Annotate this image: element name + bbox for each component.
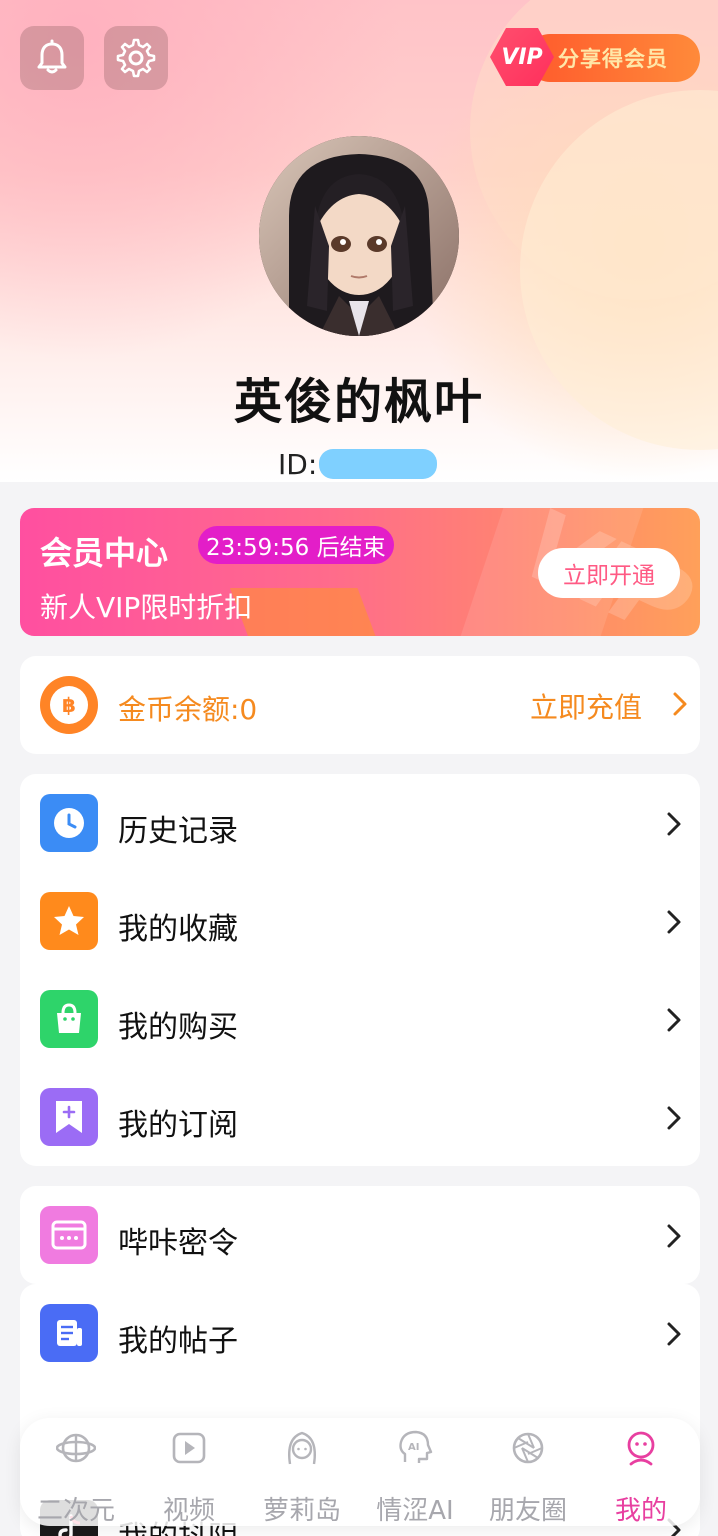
menu-group-code: 哔咔密令 bbox=[20, 1186, 700, 1284]
gear-icon bbox=[116, 38, 156, 78]
share-vip-button[interactable]: 分享得会员 VIP bbox=[490, 28, 700, 86]
svg-text:AI: AI bbox=[408, 1442, 419, 1453]
coin-balance-label: 金币余额:0 bbox=[118, 693, 258, 726]
avatar[interactable] bbox=[259, 136, 459, 336]
clock-icon bbox=[40, 794, 98, 852]
banner-decor bbox=[230, 588, 380, 636]
menu-item-label: 我的订阅 bbox=[118, 1108, 238, 1143]
vip-center-title: 会员中心 bbox=[40, 534, 169, 572]
menu-item-subscriptions[interactable]: 我的订阅 bbox=[20, 1068, 700, 1166]
chevron-right-icon bbox=[667, 1322, 681, 1346]
coin-icon: ฿ bbox=[40, 676, 98, 734]
menu-item-label: 我的帖子 bbox=[118, 1324, 238, 1359]
tab-label: 情涩AI bbox=[376, 1496, 454, 1526]
vip-center-banner[interactable]: VIP 会员中心 23:59:56 后结束 新人VIP限时折扣 立即开通 bbox=[20, 508, 700, 636]
chevron-right-icon bbox=[667, 1106, 681, 1130]
play-icon bbox=[172, 1432, 206, 1464]
star-icon bbox=[40, 892, 98, 950]
notifications-button[interactable] bbox=[20, 26, 84, 90]
tab-ai[interactable]: AI 情涩AI bbox=[359, 1424, 471, 1526]
menu-item-label: 我的收藏 bbox=[118, 912, 238, 947]
profile-bear-icon bbox=[627, 1431, 655, 1466]
user-id-redaction bbox=[319, 449, 438, 479]
tab-moments[interactable]: 朋友圈 bbox=[472, 1424, 584, 1526]
menu-item-label: 历史记录 bbox=[118, 814, 238, 849]
coin-symbol: ฿ bbox=[50, 686, 88, 724]
countdown-badge: 23:59:56 后结束 bbox=[198, 526, 394, 564]
document-icon bbox=[40, 1304, 98, 1362]
menu-item-secret-code[interactable]: 哔咔密令 bbox=[20, 1186, 700, 1284]
tab-loli-island[interactable]: 萝莉岛 bbox=[246, 1424, 358, 1526]
tab-video[interactable]: 视频 bbox=[133, 1424, 245, 1526]
tab-label: 我的 bbox=[614, 1496, 667, 1526]
chevron-right-icon bbox=[667, 910, 681, 934]
username: 英俊的枫叶 bbox=[233, 374, 484, 430]
coin-balance-card[interactable]: ฿ 金币余额:0 立即充值 bbox=[20, 656, 700, 754]
shopping-bag-icon bbox=[40, 990, 98, 1048]
chevron-right-icon bbox=[667, 1224, 681, 1248]
user-id-label: ID: bbox=[278, 447, 318, 481]
tab-label: 二次元 bbox=[36, 1496, 115, 1526]
bookmark-plus-icon bbox=[40, 1088, 98, 1146]
vip-promo-text: 新人VIP限时折扣 bbox=[40, 591, 253, 624]
menu-item-posts[interactable]: 我的帖子 bbox=[20, 1284, 700, 1382]
password-card-icon bbox=[40, 1206, 98, 1264]
bell-icon bbox=[37, 39, 67, 74]
menu-item-favorites[interactable]: 我的收藏 bbox=[20, 872, 700, 970]
menu-item-label: 哔咔密令 bbox=[118, 1226, 238, 1261]
planet-icon bbox=[55, 1433, 97, 1463]
profile-header: 分享得会员 VIP 英俊的枫叶 ID: bbox=[0, 0, 718, 482]
menu-item-purchases[interactable]: 我的购买 bbox=[20, 970, 700, 1068]
recharge-button[interactable]: 立即充值 bbox=[530, 686, 642, 726]
tab-anime[interactable]: 二次元 bbox=[20, 1424, 132, 1526]
aperture-icon bbox=[512, 1432, 544, 1464]
chevron-right-icon bbox=[667, 812, 681, 836]
open-vip-button[interactable]: 立即开通 bbox=[538, 548, 680, 598]
bottom-tab-bar: 二次元 视频 萝莉岛 AI 情涩AI 朋友圈 我的 bbox=[20, 1418, 700, 1526]
ai-head-icon: AI bbox=[399, 1430, 433, 1463]
menu-item-label: 我的购买 bbox=[118, 1010, 238, 1045]
user-id: ID: bbox=[278, 446, 438, 482]
tab-label: 视频 bbox=[162, 1496, 215, 1526]
tab-label: 朋友圈 bbox=[488, 1496, 567, 1526]
girl-face-icon bbox=[288, 1431, 316, 1465]
chevron-right-icon bbox=[667, 1008, 681, 1032]
chevron-right-icon bbox=[673, 692, 687, 716]
menu-item-history[interactable]: 历史记录 bbox=[20, 774, 700, 872]
tab-me[interactable]: 我的 bbox=[585, 1424, 697, 1526]
settings-button[interactable] bbox=[104, 26, 168, 90]
tab-label: 萝莉岛 bbox=[262, 1496, 341, 1526]
menu-group-main: 历史记录 我的收藏 我的购买 我的订阅 bbox=[20, 774, 700, 1166]
avatar-illustration bbox=[259, 136, 459, 336]
